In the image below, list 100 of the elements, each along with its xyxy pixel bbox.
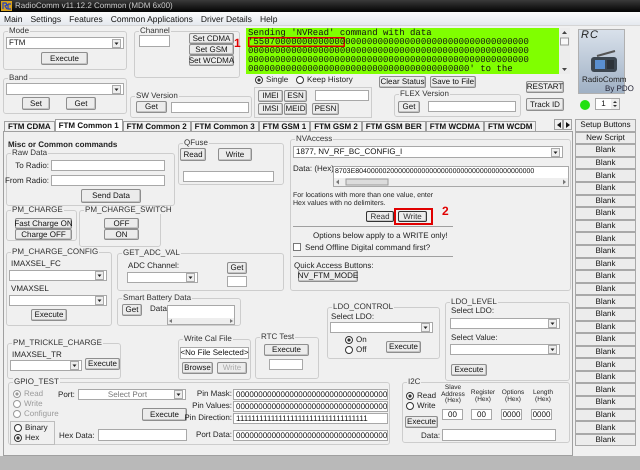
scrollbar-icon[interactable]	[334, 178, 568, 186]
menu-item[interactable]: Main	[4, 14, 22, 24]
id-button[interactable]: IMEI	[258, 90, 283, 102]
get-button[interactable]: Get	[398, 101, 420, 113]
dropdown-field[interactable]: 1877, NV_RF_BC_CONFIG_I	[293, 146, 563, 158]
script-button[interactable]: Blank	[575, 370, 636, 384]
dropdown-field[interactable]	[6, 83, 124, 95]
quick-access-button[interactable]: NV_FTM_MODE	[298, 270, 358, 282]
write-button[interactable]: Write	[218, 148, 252, 161]
hex-field[interactable]: 0000	[531, 409, 552, 420]
id-field[interactable]	[315, 90, 369, 101]
clear-status-button[interactable]: Clear Status	[379, 76, 426, 88]
set-button[interactable]: Set	[22, 97, 50, 110]
get-button[interactable]: Get	[66, 97, 96, 110]
script-button[interactable]: Blank	[575, 320, 636, 334]
send-button[interactable]: Send Data	[81, 189, 141, 203]
setup-button[interactable]: Setup Buttons	[575, 119, 636, 132]
tab[interactable]: FTM WCDM	[484, 121, 536, 132]
tab[interactable]: FTM Common 2	[122, 121, 191, 132]
read-button[interactable]: Read	[366, 211, 394, 222]
off-button[interactable]: OFF	[104, 218, 139, 229]
pin-field[interactable]: 0000000000000000000000000000000000	[233, 401, 388, 412]
dropdown-field[interactable]: Select Port	[78, 389, 186, 400]
dropdown-field[interactable]	[450, 344, 560, 355]
get-button[interactable]: Get	[227, 262, 247, 274]
script-button[interactable]: Blank	[575, 194, 636, 208]
pin-field[interactable]: 0000000000000000000000000000000000	[233, 430, 388, 441]
set-button[interactable]: Set GSM	[189, 44, 234, 55]
restart-button[interactable]: RESTART	[526, 81, 564, 93]
checkbox[interactable]	[293, 243, 301, 251]
radio-button[interactable]	[406, 402, 414, 410]
text-field[interactable]	[183, 171, 274, 182]
dropdown-field[interactable]	[10, 360, 82, 371]
charge-button[interactable]: Fast Charge ON	[15, 218, 72, 229]
radio-button[interactable]	[296, 76, 304, 84]
radio-button[interactable]	[345, 346, 353, 354]
channel-field[interactable]	[139, 35, 170, 47]
script-button[interactable]: Blank	[575, 258, 636, 270]
browse-button[interactable]: Browse	[182, 362, 213, 374]
radio-button[interactable]	[345, 336, 353, 344]
script-button[interactable]: Blank	[575, 308, 636, 320]
script-button[interactable]: Blank	[575, 396, 636, 409]
id-button[interactable]: MEID	[284, 103, 307, 115]
menu-item[interactable]: Common Applications	[110, 14, 193, 24]
script-button[interactable]: Blank	[575, 232, 636, 245]
set-button[interactable]: Set WCDMA	[189, 55, 234, 66]
script-button[interactable]: Blank	[575, 282, 636, 296]
version-field[interactable]	[171, 102, 249, 113]
menu-item[interactable]: Driver Details	[200, 14, 252, 24]
script-button[interactable]: Blank	[575, 421, 636, 434]
get-button[interactable]: Get	[136, 101, 167, 113]
text-field[interactable]	[227, 276, 247, 287]
tab-scroll-button[interactable]	[554, 119, 563, 130]
script-button[interactable]: Blank	[575, 144, 636, 157]
tab[interactable]: FTM GSM 2	[310, 121, 362, 132]
pin-field[interactable]: 0000000000000000000000000000000000	[233, 389, 388, 400]
execute-button[interactable]: Execute	[31, 309, 67, 321]
script-button[interactable]: Blank	[575, 156, 636, 170]
tab[interactable]: FTM Common 1	[54, 119, 123, 132]
script-button[interactable]: Blank	[575, 333, 636, 346]
id-button[interactable]: IMSI	[258, 103, 283, 115]
text-field[interactable]	[269, 359, 303, 370]
script-button[interactable]: Blank	[575, 295, 636, 308]
spinner-arrows-icon[interactable]	[611, 99, 619, 109]
id-button[interactable]: ESN	[284, 90, 307, 102]
dropdown-field[interactable]	[127, 272, 198, 283]
charge-button[interactable]: Charge OFF	[15, 229, 72, 240]
script-button[interactable]: Blank	[575, 244, 636, 258]
tab[interactable]: FTM Common 3	[190, 121, 259, 132]
tab[interactable]: FTM CDMA	[4, 121, 55, 132]
hex-field[interactable]: 0000	[501, 409, 522, 420]
script-button[interactable]: Blank	[575, 434, 636, 446]
hex-field[interactable]: 00	[471, 409, 492, 420]
script-button[interactable]: Blank	[575, 182, 636, 195]
scrollbar-icon[interactable]	[168, 318, 234, 324]
dropdown-field[interactable]	[9, 295, 107, 306]
get-button[interactable]: Get	[122, 304, 142, 316]
menu-item[interactable]: Features	[69, 14, 103, 24]
pin-field[interactable]: 1111111111111111111111111111111111	[233, 413, 388, 424]
number-spinner[interactable]: 1	[595, 98, 620, 110]
script-button[interactable]: Blank	[575, 358, 636, 371]
set-button[interactable]: Set CDMA	[189, 33, 234, 44]
hex-field[interactable]: 00	[442, 409, 463, 420]
read-button[interactable]: Read	[180, 148, 206, 161]
dropdown-field[interactable]	[450, 318, 560, 329]
script-button[interactable]: Blank	[575, 220, 636, 232]
data-field[interactable]	[167, 305, 235, 325]
radio-button[interactable]	[255, 76, 263, 84]
text-field[interactable]	[51, 160, 165, 171]
script-button[interactable]: Blank	[575, 270, 636, 283]
execute-button[interactable]: Execute	[386, 341, 421, 353]
text-field[interactable]	[51, 175, 165, 186]
script-button[interactable]: Blank	[575, 207, 636, 220]
execute-button[interactable]: Execute	[405, 416, 438, 428]
save-button[interactable]: Save to File	[430, 76, 476, 88]
id-button[interactable]: PESN	[312, 103, 339, 115]
file-field[interactable]: <No File Selected>	[180, 347, 249, 359]
execute-button[interactable]: Execute	[451, 364, 487, 376]
tab-scroll-button[interactable]	[563, 119, 572, 130]
script-button[interactable]: Blank	[575, 169, 636, 182]
